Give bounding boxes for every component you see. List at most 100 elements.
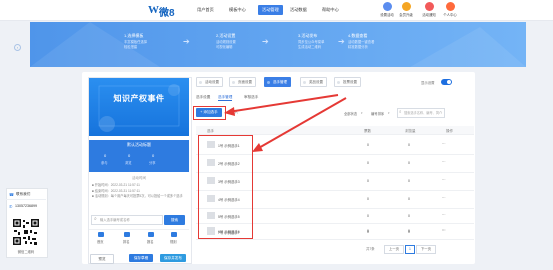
preview-nav-label[interactable]: 规则 <box>170 239 177 244</box>
tab-prize-settings[interactable]: 奖品设置 <box>300 77 327 87</box>
import-link[interactable]: 导入 <box>231 110 238 115</box>
step-desc: 同步至公众号菜单 <box>298 40 325 44</box>
sort-select[interactable]: 编号排序 <box>371 111 384 116</box>
tab-label: 选手管理 <box>273 80 287 84</box>
arrow-right-icon: ➔ <box>262 37 269 46</box>
user-icon[interactable] <box>446 2 455 11</box>
contact-title: 联系我们 <box>16 192 31 196</box>
subtab-contestant-settings[interactable]: 选手设置 <box>196 95 210 100</box>
view-count: 0 <box>408 197 410 201</box>
more-actions-icon[interactable]: ··· <box>442 213 446 217</box>
vote-count: 0 <box>367 214 369 218</box>
tab-icon <box>337 80 340 84</box>
stat-value: 0 <box>128 153 131 158</box>
tool-label[interactable]: 会员升级 <box>394 12 418 17</box>
banner-decoration <box>30 22 526 67</box>
crown-icon[interactable] <box>402 2 411 11</box>
tool-label[interactable]: 个人中心 <box>438 12 462 17</box>
step-title: 4.数据查看 <box>348 33 368 38</box>
stat-value: 0 <box>104 153 107 158</box>
ranking-icon[interactable] <box>124 232 130 237</box>
nav-activity-manage[interactable]: 活动管理 <box>258 5 283 15</box>
logo-mark[interactable]: W <box>148 4 159 16</box>
rules-icon[interactable] <box>171 232 177 237</box>
tab-label: 页面设置 <box>238 80 252 84</box>
step-desc: 精准数据分析 <box>348 45 368 49</box>
subtab-contestant-manage[interactable]: 选手管理 <box>218 95 233 101</box>
step-desc: 活动数据一键查看 <box>348 40 375 44</box>
banner-prev-icon[interactable]: ‹ <box>14 44 21 51</box>
info-line: ■ 结束时间：2022-03-31 11:57:11 <box>92 189 140 193</box>
toggle-label: 显示设置 <box>421 81 435 85</box>
logo-text[interactable]: 微8 <box>159 4 175 19</box>
preview-nav-label[interactable]: 排名 <box>123 239 130 244</box>
stat-label: 参与 <box>101 161 108 165</box>
vote-count: 0 <box>367 143 369 147</box>
stat-label: 分享 <box>149 161 156 165</box>
tab-label: 奖品设置 <box>309 80 323 84</box>
step-desc: 丰富模板任选择 <box>124 40 148 44</box>
search-placeholder: 输入选手编号或名称 <box>100 218 130 222</box>
more-actions-icon[interactable]: ··· <box>442 142 446 146</box>
signup-icon[interactable] <box>148 232 154 237</box>
view-count: 0 <box>408 179 410 183</box>
row-divider <box>196 239 474 240</box>
step-desc: 活动规则设置 <box>216 40 236 44</box>
nav-help[interactable]: 帮助中心 <box>322 7 339 13</box>
preview-search-button[interactable]: 搜索 <box>164 215 185 225</box>
nav-home[interactable]: 用户首页 <box>197 7 214 13</box>
step-desc: 生成活动二维码 <box>298 45 322 49</box>
poster-title: 知识产权事件 <box>113 94 165 103</box>
table-header <box>196 126 474 134</box>
tab-label: 投票设置 <box>343 80 357 84</box>
step-desc: 轻松搭建 <box>124 45 138 49</box>
search-icon: ⌕ <box>399 109 402 114</box>
tab-icon <box>267 80 270 84</box>
vote-count: 0 <box>367 179 369 183</box>
nav-activity-data[interactable]: 活动数据 <box>290 7 307 13</box>
phone-icon: ✆ <box>9 204 13 209</box>
contact-icon: ☎ <box>9 192 14 197</box>
status-filter-select[interactable]: 全部状态 <box>344 111 357 116</box>
view-count: 0 <box>408 161 410 165</box>
qr-code-image <box>12 218 40 246</box>
home-icon[interactable] <box>98 232 104 237</box>
pager-prev-button[interactable]: 上一页 <box>384 245 404 254</box>
highlight-box <box>198 135 253 239</box>
save-publish-button[interactable]: 保存并发布 <box>160 254 186 262</box>
tab-label: 活动设置 <box>205 80 219 84</box>
more-actions-icon[interactable]: ··· <box>442 178 446 182</box>
gear-icon[interactable] <box>383 2 392 11</box>
preview-button[interactable]: 预览 <box>90 254 114 264</box>
view-count: 0 <box>408 230 410 234</box>
card-title: 默认活动标题 <box>127 142 151 147</box>
tab-contestant-manage[interactable]: 选手管理 <box>264 77 291 87</box>
bell-icon[interactable] <box>425 2 434 11</box>
stat-label: 浏览 <box>125 161 132 165</box>
arrow-right-icon: ➔ <box>338 37 345 46</box>
contact-phone[interactable]: 13057236899 <box>15 204 37 208</box>
vote-count: 0 <box>367 197 369 201</box>
display-toggle[interactable] <box>441 79 452 85</box>
more-actions-icon[interactable]: ··· <box>442 229 446 233</box>
qr-caption: 微信二维码 <box>17 250 35 254</box>
save-draft-button[interactable]: 保存草稿 <box>129 254 153 262</box>
nav-templates[interactable]: 模板中心 <box>229 7 246 13</box>
divider <box>89 229 189 230</box>
tab-vote-settings[interactable]: 投票设置 <box>334 77 361 87</box>
more-actions-icon[interactable]: ··· <box>442 160 446 164</box>
view-count: 0 <box>408 214 410 218</box>
search-icon: ⌕ <box>94 216 97 222</box>
more-actions-icon[interactable]: ··· <box>442 196 446 200</box>
preview-nav-label[interactable]: 报名 <box>147 239 154 244</box>
tab-activity-settings[interactable]: 活动设置 <box>196 77 223 87</box>
subtab-review[interactable]: 审核选手 <box>244 95 258 100</box>
tab-page-settings[interactable]: 页面设置 <box>229 77 256 87</box>
pager-next-button[interactable]: 下一页 <box>416 245 436 254</box>
tab-icon <box>199 80 202 84</box>
preview-nav-label[interactable]: 首页 <box>97 239 104 244</box>
arrow-right-icon: ➔ <box>183 37 190 46</box>
pager-page-1[interactable]: 1 <box>405 245 415 254</box>
divider <box>6 199 46 200</box>
tab-icon <box>303 80 306 84</box>
